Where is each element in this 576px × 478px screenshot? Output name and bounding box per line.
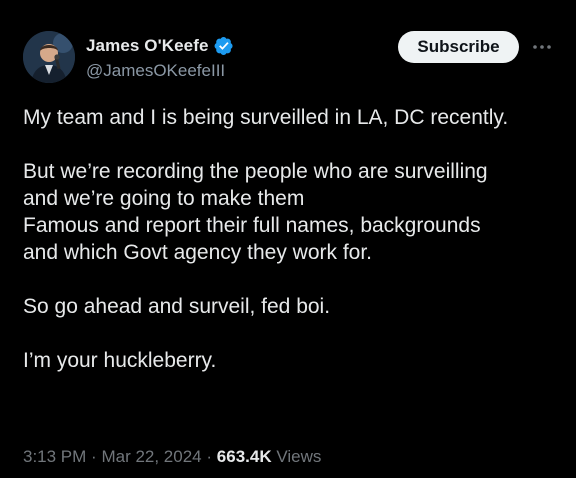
tweet-paragraph: So go ahead and surveil, fed boi. — [23, 293, 563, 320]
tweet-date[interactable]: Mar 22, 2024 — [101, 447, 201, 466]
tweet-paragraph: My team and I is being surveilled in LA,… — [23, 104, 563, 131]
more-options-icon[interactable] — [531, 36, 553, 58]
tweet-line: My team and I is being surveilled in LA,… — [23, 106, 509, 129]
author-handle[interactable]: @JamesOKeefeIII — [86, 61, 225, 81]
author-name-row: James O'Keefe — [86, 34, 234, 58]
tweet-paragraph: But we’re recording the people who are s… — [23, 158, 563, 266]
meta-separator: · — [91, 447, 97, 466]
tweet-time[interactable]: 3:13 PM — [23, 447, 86, 466]
avatar-photo-icon — [23, 31, 75, 83]
tweet-line: Famous and report their full names, back… — [23, 214, 481, 237]
tweet-line: So go ahead and surveil, fed boi. — [23, 295, 331, 318]
subscribe-button[interactable]: Subscribe — [398, 31, 519, 63]
tweet-text: My team and I is being surveilled in LA,… — [23, 104, 563, 401]
avatar[interactable] — [23, 31, 75, 83]
tweet-line: and which Govt agency they work for. — [23, 241, 373, 264]
meta-separator: · — [206, 447, 213, 466]
tweet-line: But we’re recording the people who are s… — [23, 160, 488, 183]
views-count[interactable]: 663.4K — [217, 447, 272, 466]
author-display-name[interactable]: James O'Keefe — [86, 36, 209, 56]
tweet-card: James O'Keefe @JamesOKeefeIII Subscribe … — [0, 0, 576, 478]
tweet-meta: 3:13 PM · Mar 22, 2024 · 663.4K Views — [23, 447, 321, 467]
tweet-line: I’m your huckleberry. — [23, 349, 217, 372]
tweet-paragraph: I’m your huckleberry. — [23, 347, 563, 374]
verified-badge-icon[interactable] — [214, 36, 234, 56]
tweet-line: and we’re going to make them — [23, 187, 305, 210]
views-label: Views — [276, 447, 322, 466]
